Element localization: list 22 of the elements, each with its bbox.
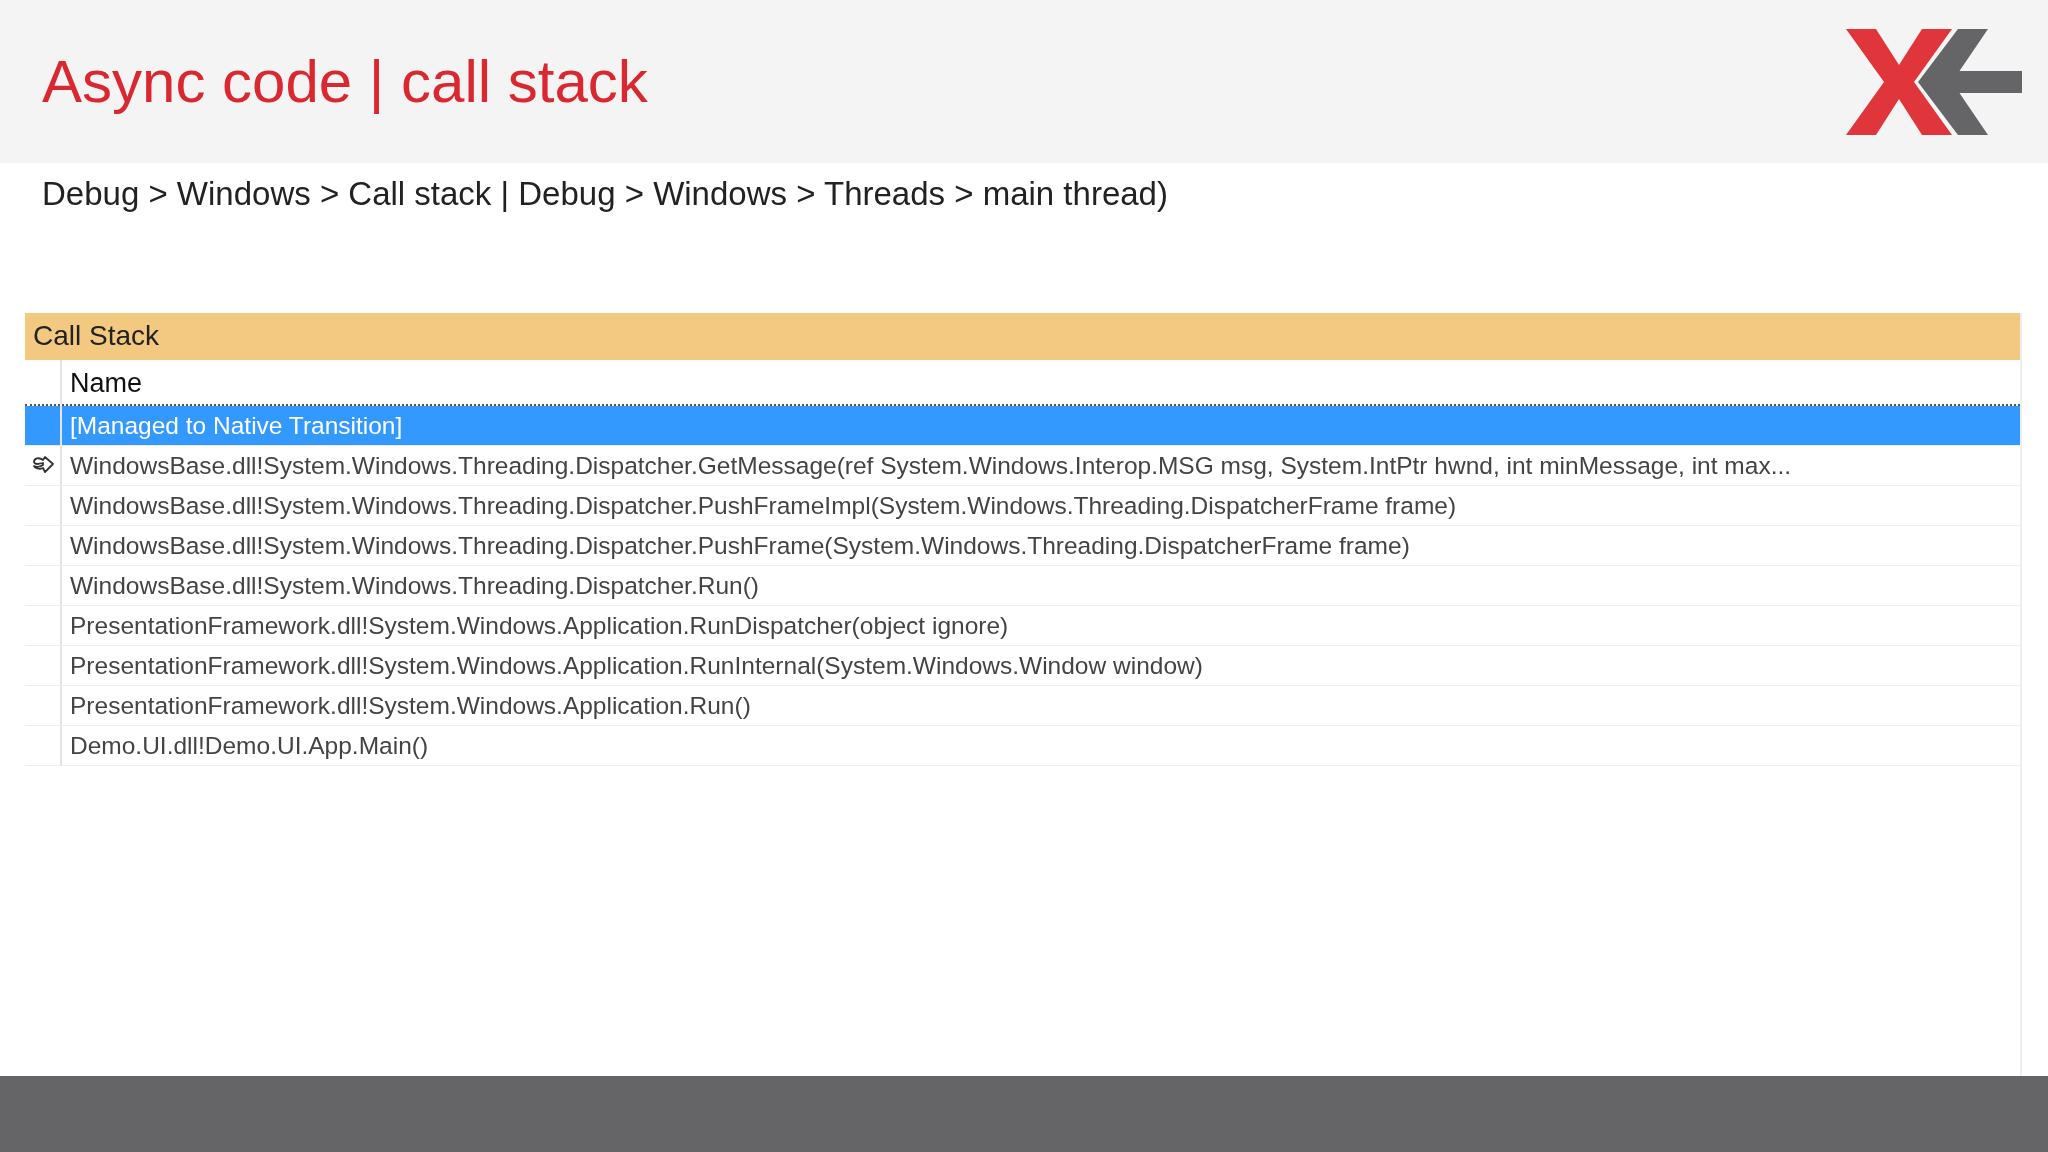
- frame-name: PresentationFramework.dll!System.Windows.Application.RunInternal(System.Windows.Window window): [69, 650, 1203, 681]
- frame-name: [Managed to Native Transition]: [69, 410, 403, 441]
- frame-name: PresentationFramework.dll!System.Windows.Application.Run(): [69, 690, 751, 721]
- frame-name: WindowsBase.dll!System.Windows.Threading.Dispatcher.GetMessage(ref System.Windows.Interop.MSG msg, System.IntPtr hwnd, int minMessage, int max...: [69, 450, 1792, 481]
- stack-frame-row[interactable]: Demo.UI.dll!Demo.UI.App.Main(): [25, 725, 2020, 766]
- frame-name: WindowsBase.dll!System.Windows.Threading.Dispatcher.PushFrameImpl(System.Windows.Threading.DispatcherFrame frame): [69, 490, 1457, 521]
- panel-title: Call Stack: [25, 312, 2020, 360]
- frame-name: WindowsBase.dll!System.Windows.Threading.Dispatcher.Run(): [69, 570, 759, 601]
- frame-name: PresentationFramework.dll!System.Windows.Application.RunDispatcher(object ignore): [69, 610, 1009, 641]
- slide-subtitle: Debug > Windows > Call stack | Debug > Windows > Threads > main thread): [42, 174, 1169, 214]
- frame-name: Demo.UI.dll!Demo.UI.App.Main(): [69, 730, 429, 761]
- slide-title: Async code | call stack: [42, 46, 648, 117]
- stack-frame-row[interactable]: WindowsBase.dll!System.Windows.Threading.Dispatcher.GetMessage(ref System.Windows.Interop.MSG msg, System.IntPtr hwnd, int minMessage, int max...: [25, 445, 2020, 486]
- logo-icon: [1846, 28, 2022, 135]
- column-header[interactable]: Name: [62, 359, 143, 404]
- stack-frame-row[interactable]: PresentationFramework.dll!System.Windows.Application.RunDispatcher(object ignore): [25, 605, 2020, 646]
- stack-frame-row[interactable]: WindowsBase.dll!System.Windows.Threading.Dispatcher.PushFrameImpl(System.Windows.Threading.DispatcherFrame frame): [25, 485, 2020, 526]
- stack-frame-row[interactable]: WindowsBase.dll!System.Windows.Threading.Dispatcher.Run(): [25, 565, 2020, 606]
- frame-name: WindowsBase.dll!System.Windows.Threading.Dispatcher.PushFrame(System.Windows.Threading.DispatcherFrame frame): [69, 530, 1410, 561]
- stack-frame-row[interactable]: WindowsBase.dll!System.Windows.Threading.Dispatcher.PushFrame(System.Windows.Threading.DispatcherFrame frame): [25, 525, 2020, 566]
- stack-frame-row[interactable]: PresentationFramework.dll!System.Windows.Application.Run(): [25, 685, 2020, 726]
- stack-frame-row[interactable]: PresentationFramework.dll!System.Windows.Application.RunInternal(System.Windows.Window window): [25, 645, 2020, 686]
